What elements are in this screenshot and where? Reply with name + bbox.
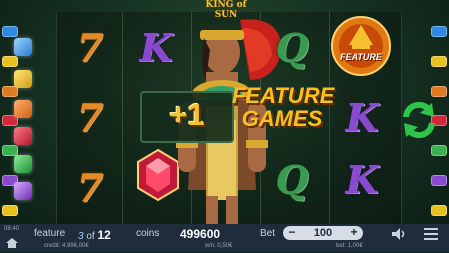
reel-symbol-q: Q [275, 24, 309, 70]
coins-label: coins [136, 228, 160, 239]
payline-marker [431, 145, 447, 157]
payline-marker [2, 204, 18, 216]
feature-current: 3 [78, 231, 84, 242]
payline-marker [431, 204, 447, 216]
win-label: win: 0,50€ [205, 243, 233, 249]
clock-label: 08:40 [4, 226, 20, 232]
bonus-banner-line1: FEATURE [232, 83, 335, 108]
payline-marker [431, 175, 447, 187]
bet-decrease-button[interactable]: − [285, 226, 299, 240]
bet-increase-button[interactable]: + [347, 226, 361, 240]
red-gem-icon [14, 127, 32, 145]
sound-icon[interactable] [392, 227, 406, 240]
bet-stepper[interactable]: − 100 + [283, 226, 363, 240]
reel-symbol-seven: 7 [76, 164, 104, 210]
orange-gem-icon [14, 100, 32, 118]
reel-divider [122, 12, 123, 226]
home-icon[interactable] [6, 235, 18, 248]
feature-label: feature [34, 228, 66, 239]
yellow-gem-icon [14, 70, 32, 88]
refresh-icon [403, 101, 435, 139]
reel-symbol-k: K [345, 94, 379, 140]
payline-marker [431, 55, 447, 67]
feature-scatter-icon [330, 15, 392, 77]
purple-gem-icon [14, 182, 32, 200]
payline-marker [2, 26, 18, 37]
feature-total: 12 [97, 228, 111, 242]
payline-marker [431, 85, 447, 97]
coins-value: 499600 [180, 227, 221, 241]
bonus-banner-line2: GAMES [241, 106, 323, 131]
payline-marker [2, 55, 18, 67]
bet-value: 100 [313, 227, 333, 239]
game-logo: KING of SUN [205, 0, 247, 20]
reel-symbol-q: Q [275, 156, 309, 202]
bonus-plus-count: +1 [169, 97, 205, 132]
green-gem-icon [14, 155, 32, 173]
feature-scatter-label: FEATURE [340, 52, 382, 62]
menu-icon[interactable] [424, 227, 438, 240]
feature-of: of [86, 231, 95, 242]
reel-symbol-k: K [345, 156, 379, 202]
spin-button[interactable] [398, 99, 440, 141]
credit-label: credit: 4.996,00€ [44, 243, 89, 249]
bonus-banner-text: FEATURE GAMES [232, 83, 335, 131]
blue-gem-icon [14, 38, 32, 56]
bet-label: Bet [260, 228, 276, 239]
reel-symbol-seven: 7 [76, 94, 104, 140]
bet-money-label: bet: 1,00€ [336, 243, 363, 249]
reel-symbol-seven: 7 [76, 24, 104, 70]
payline-marker [431, 26, 447, 37]
feature-counter: 3 of 12 [78, 228, 111, 242]
